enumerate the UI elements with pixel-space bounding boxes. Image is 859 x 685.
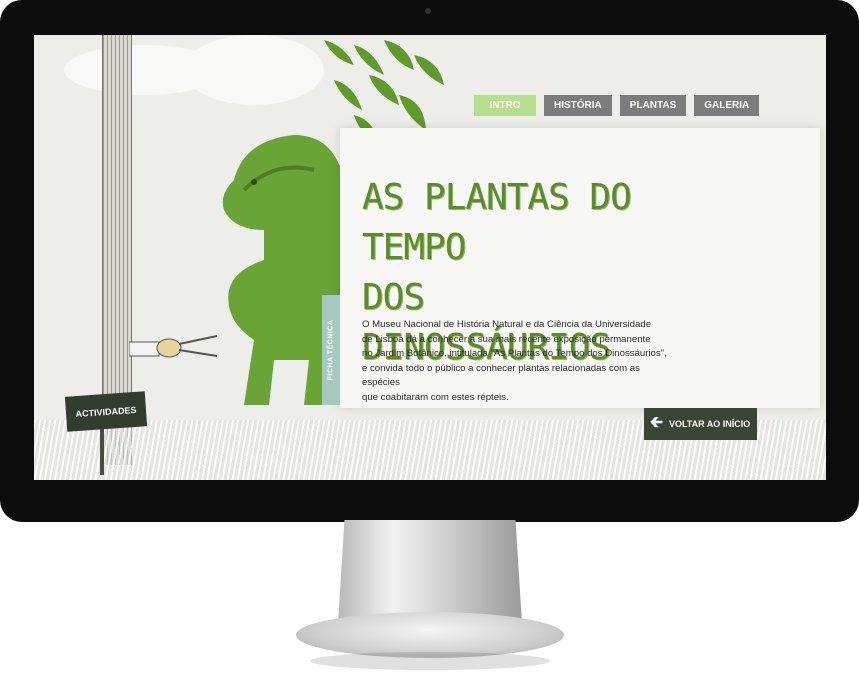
monitor-bezel: INTRO HISTÓRIA PLANTAS GALERIA AS PLANTA… (0, 0, 859, 522)
tab-galeria[interactable]: GALERIA (694, 95, 760, 116)
main-nav: INTRO HISTÓRIA PLANTAS GALERIA (474, 95, 760, 116)
arrow-left-icon: 🡰 (650, 413, 663, 431)
intro-panel: AS PLANTAS DO TEMPO DOS DINOSSÁURIOS O M… (340, 128, 820, 408)
monitor-shadow (310, 652, 550, 670)
voltar-label: VOLTAR AO INÍCIO (668, 419, 751, 429)
sign-post (100, 427, 104, 475)
intro-line: O Museu Nacional de História Natural e d… (362, 319, 652, 330)
title-line: AS PLANTAS DO TEMPO (362, 177, 632, 268)
intro-paragraph: O Museu Nacional de História Natural e d… (362, 318, 672, 405)
intro-line: de Lisboa dá a conhecer a sua mais recen… (362, 333, 651, 345)
camera-dot (425, 8, 431, 14)
ficha-tecnica-label: FICHA TÉCNICA (327, 319, 335, 381)
ficha-tecnica-tab[interactable]: FICHA TÉCNICA (322, 295, 340, 405)
intro-line: que coabitaram com estes répteis. (362, 391, 509, 403)
hands-pruning-illustration (129, 335, 218, 358)
actividades-button[interactable]: ACTIVIDADES (64, 391, 148, 432)
screen: INTRO HISTÓRIA PLANTAS GALERIA AS PLANTA… (34, 35, 826, 480)
voltar-ao-inicio-button[interactable]: 🡰 VOLTAR AO INÍCIO (644, 408, 757, 440)
tab-historia[interactable]: HISTÓRIA (544, 95, 612, 116)
intro-line: e convida todo o público a conhecer plan… (362, 362, 640, 389)
tab-plantas[interactable]: PLANTAS (619, 95, 687, 116)
intro-line: no Jardim Botânico, intitulada "As Plant… (362, 348, 667, 359)
tab-intro[interactable]: INTRO (474, 95, 536, 116)
cloud (184, 35, 324, 105)
